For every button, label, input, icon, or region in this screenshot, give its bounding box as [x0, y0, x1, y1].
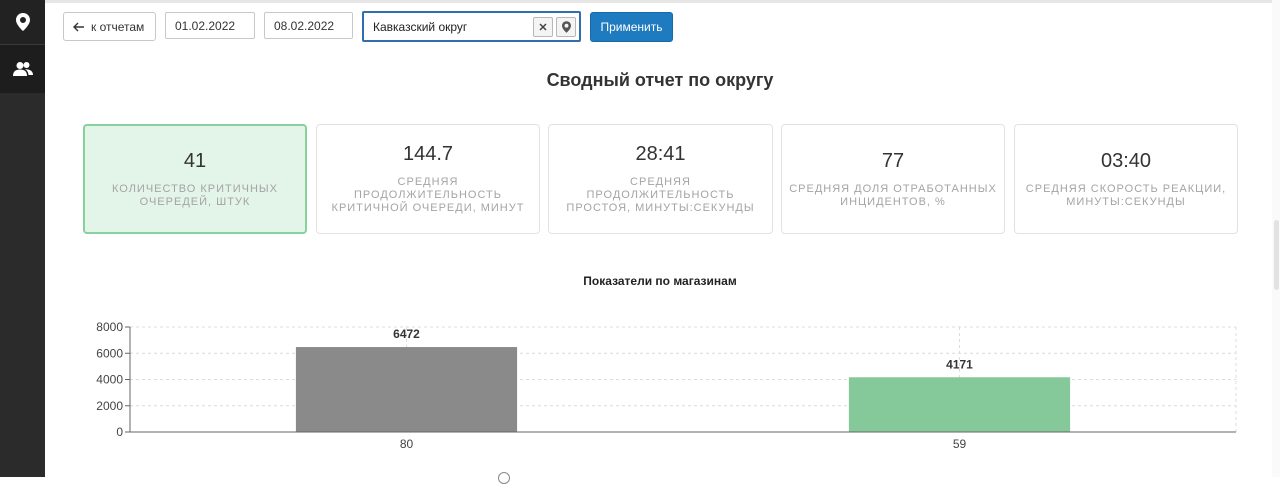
bar-data-label: 6472: [393, 327, 420, 341]
sidebar-item-map[interactable]: [0, 0, 45, 45]
page-title: Сводный отчет по округу: [546, 70, 774, 90]
clear-region-button[interactable]: [533, 16, 553, 37]
y-tick-label: 4000: [96, 373, 123, 387]
y-tick-label: 2000: [96, 399, 123, 413]
kpi-card-reaction-speed[interactable]: 03:40 Средняя скорость реакции, минуты:с…: [1014, 124, 1238, 234]
kpi-value: 41: [183, 149, 207, 172]
region-select[interactable]: Кавказский округ: [362, 11, 581, 42]
region-map-button[interactable]: [556, 16, 576, 37]
stores-bar-chart: 0 2000 4000 6000 8000 6472 80 4171 59: [96, 320, 1237, 451]
y-tick-label: 8000: [96, 320, 123, 334]
kpi-card-critical-queues[interactable]: 41 Количество критичных очередей, штук: [83, 124, 307, 234]
y-tick-label: 0: [116, 425, 123, 439]
bar-data-label: 4171: [946, 357, 973, 371]
kpi-value: 03:40: [1100, 149, 1152, 172]
top-border: [45, 0, 1280, 3]
kpi-card-incidents-share[interactable]: 77 Средняя доля отработанных инцидентов,…: [781, 124, 1005, 234]
x-tick-label: 59: [953, 437, 967, 451]
kpi-label: Средняя продолжительность критичной очер…: [331, 176, 525, 214]
x-tick-label: 80: [400, 437, 414, 451]
date-to-input[interactable]: [264, 12, 353, 39]
pagination-dot[interactable]: [498, 472, 510, 484]
bar: [295, 347, 518, 432]
kpi-card-downtime[interactable]: 28:41 Средняя продолжительность простоя,…: [548, 124, 773, 234]
kpi-value: 144.7: [402, 143, 454, 165]
y-tick-label: 6000: [96, 346, 123, 360]
kpi-label: Средняя продолжительность простоя, минут…: [566, 176, 755, 214]
kpi-card-queue-duration[interactable]: 144.7 Средняя продолжительность критично…: [316, 124, 540, 234]
back-to-reports-button[interactable]: к отчетам: [63, 12, 156, 41]
chart-title: Показатели по магазинам: [583, 274, 737, 288]
apply-button[interactable]: Применить: [590, 12, 673, 42]
date-from-input[interactable]: [165, 12, 255, 39]
kpi-value: 28:41: [635, 143, 686, 165]
users-icon: [12, 62, 33, 76]
sidebar: [0, 0, 45, 477]
sidebar-item-users[interactable]: [0, 45, 45, 93]
map-marker-icon: [561, 20, 571, 33]
back-button-label: к отчетам: [91, 19, 145, 34]
kpi-label: Средняя скорость реакции, минуты:секунды: [1025, 182, 1227, 208]
arrow-left-icon: [73, 22, 84, 31]
region-value: Кавказский округ: [373, 19, 468, 34]
kpi-label: Средняя доля отработанных инцидентов, %: [789, 182, 997, 208]
close-icon: [539, 22, 547, 31]
bar: [848, 377, 1071, 432]
map-marker-icon: [15, 13, 30, 31]
kpi-label: Количество критичных очередей, штук: [111, 182, 279, 208]
kpi-value: 77: [881, 149, 905, 172]
